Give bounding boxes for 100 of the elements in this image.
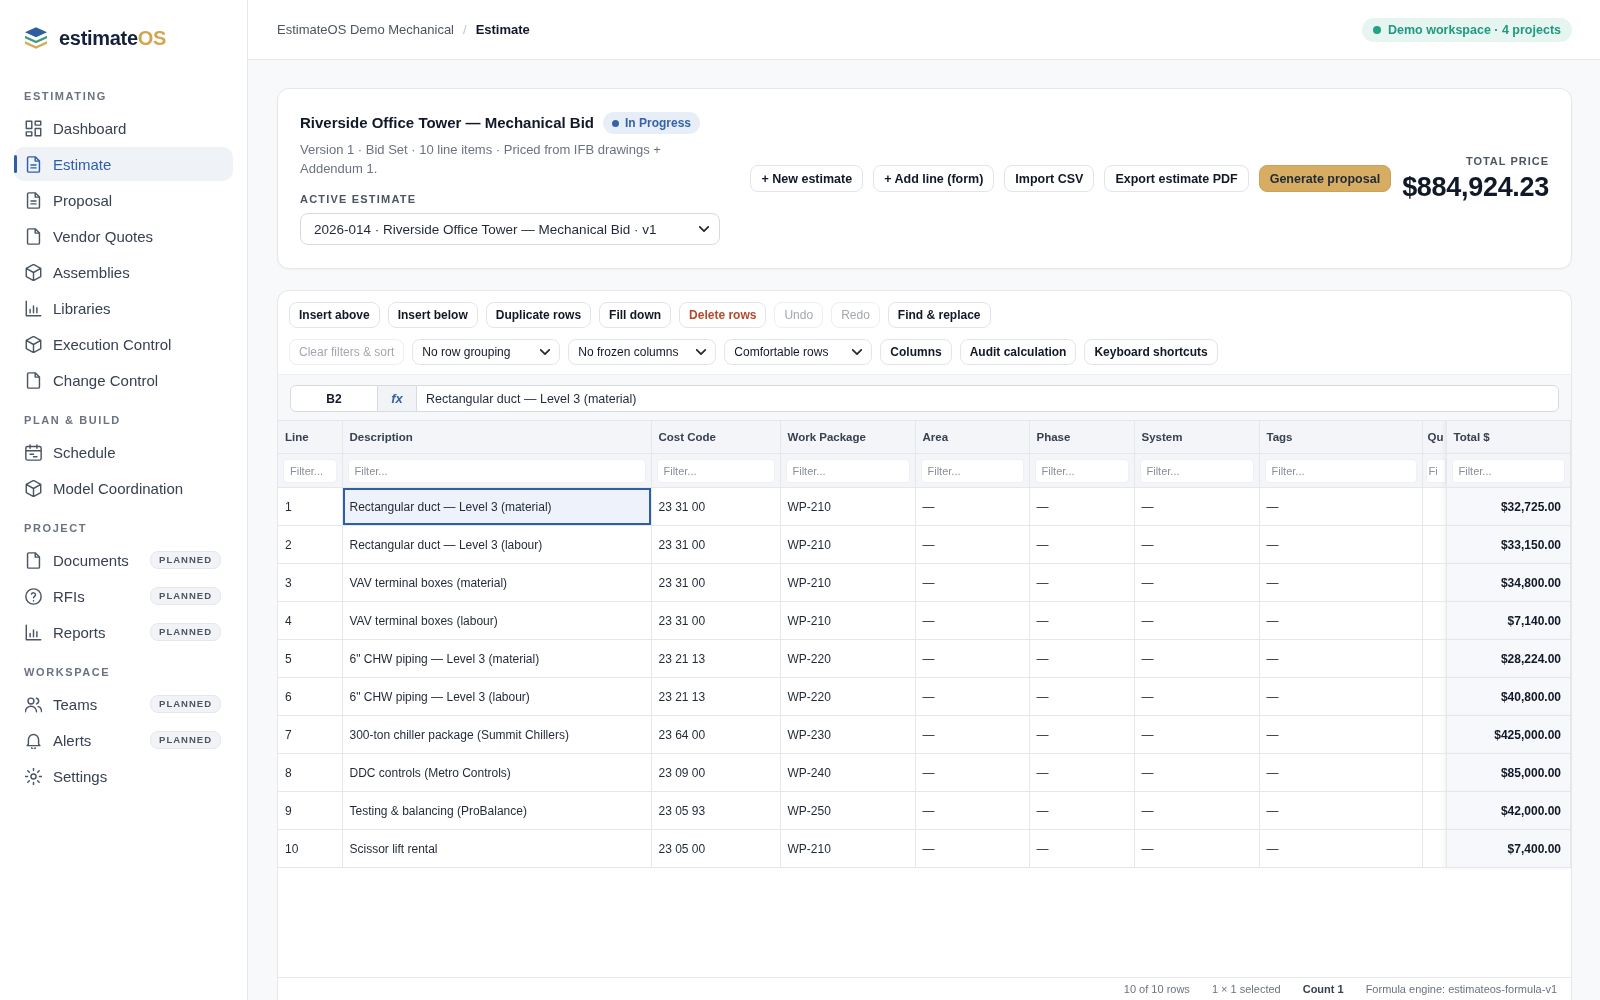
- sidebar-item[interactable]: Alerts PLANNED: [14, 723, 233, 757]
- table-cell: 8: [278, 753, 342, 792]
- breadcrumb-separator: /: [463, 22, 467, 37]
- sidebar-item[interactable]: Settings: [14, 759, 233, 793]
- table-cell: —: [1259, 715, 1422, 754]
- table-cell: —: [1134, 829, 1259, 868]
- sidebar-item[interactable]: Teams PLANNED: [14, 687, 233, 721]
- sidebar-item[interactable]: Proposal: [14, 183, 233, 217]
- section-heading: ESTIMATING: [24, 89, 108, 103]
- workspace-label: Demo workspace · 4 projects: [1388, 22, 1561, 37]
- action-button[interactable]: Import CSV: [1004, 165, 1095, 192]
- filter-field[interactable]: Filter...: [656, 458, 775, 483]
- sidebar-item[interactable]: Documents PLANNED: [14, 543, 233, 577]
- table-cell: —: [915, 487, 1029, 526]
- toolbar-button[interactable]: Insert below: [387, 302, 478, 328]
- sidebar-item[interactable]: Estimate: [14, 147, 233, 181]
- bar-chart-icon: [25, 623, 42, 641]
- table-cell: —: [915, 791, 1029, 830]
- toolbar-button[interactable]: Fill down: [599, 302, 672, 328]
- stacked-layers-icon: [25, 27, 47, 49]
- table-cell: —: [1134, 791, 1259, 830]
- sidebar-item[interactable]: Schedule: [14, 435, 233, 469]
- table-cell: —: [1259, 639, 1422, 678]
- status-text: Count 1: [1302, 983, 1344, 995]
- sidebar-item[interactable]: Model Coordination: [14, 471, 233, 505]
- sidebar-item[interactable]: Change Control: [14, 363, 233, 397]
- formula-input[interactable]: Rectangular duct — Level 3 (material): [416, 385, 1559, 412]
- table-cell: WP-210: [780, 525, 915, 564]
- status-text: 1 × 1 selected: [1211, 983, 1281, 995]
- estimate-title: Riverside Office Tower — Mechanical Bid: [300, 113, 594, 133]
- cube-icon: [25, 263, 42, 281]
- table-cell: 23 21 13: [651, 677, 780, 716]
- sidebar-item[interactable]: Reports PLANNED: [14, 615, 233, 649]
- sidebar-item[interactable]: Libraries: [14, 291, 233, 325]
- chevron-down-icon: [696, 349, 707, 355]
- layout-grid-icon: [25, 119, 42, 137]
- table-cell: WP-210: [780, 563, 915, 602]
- toolbar-button[interactable]: Find & replace: [887, 302, 991, 328]
- section-heading: PLAN & BUILD: [24, 413, 122, 427]
- table-cell: —: [1029, 829, 1134, 868]
- table-cell: —: [1029, 487, 1134, 526]
- document-icon: [25, 191, 42, 209]
- filter-field[interactable]: Filter...: [283, 458, 337, 483]
- breadcrumb-current: Estimate: [475, 22, 530, 37]
- sidebar-item[interactable]: Assemblies: [14, 255, 233, 289]
- toolbar-button[interactable]: Delete rows: [679, 302, 767, 328]
- table-cell: —: [1134, 525, 1259, 564]
- table-cell: —: [915, 829, 1029, 868]
- table-cell: —: [1259, 791, 1422, 830]
- estimate-dropdown[interactable]: 2026-014 · Riverside Office Tower — Mechanical Bid · v1: [300, 213, 720, 245]
- table-cell: $85,000.00: [1446, 753, 1571, 792]
- filter-field[interactable]: Filter...: [347, 458, 646, 483]
- status-badge: PLANNED: [150, 587, 221, 605]
- table-cell: —: [915, 601, 1029, 640]
- toolbar-button[interactable]: Keyboard shortcuts: [1084, 339, 1218, 365]
- table-cell: WP-250: [780, 791, 915, 830]
- filter-field[interactable]: Fi: [1425, 458, 1446, 483]
- dropdown[interactable]: Comfortable rows: [724, 339, 873, 365]
- table-cell: —: [1259, 563, 1422, 602]
- filter-field[interactable]: Filter...: [785, 458, 910, 483]
- status-text: 10 of 10 rows: [1123, 983, 1190, 995]
- action-button[interactable]: + Add line (form): [873, 165, 995, 192]
- filter-field[interactable]: Filter...: [1139, 458, 1254, 483]
- filter-field[interactable]: Filter...: [1264, 458, 1417, 483]
- action-button[interactable]: + New estimate: [750, 165, 864, 192]
- action-button[interactable]: Export estimate PDF: [1104, 165, 1249, 192]
- table-cell: 3: [278, 563, 342, 602]
- table-cell: 23 31 00: [651, 525, 780, 564]
- sidebar-item[interactable]: Vendor Quotes: [14, 219, 233, 253]
- dropdown[interactable]: No frozen columns: [568, 339, 717, 365]
- filter-field[interactable]: Filter...: [1034, 458, 1129, 483]
- sidebar-item[interactable]: Execution Control: [14, 327, 233, 361]
- table-cell: —: [1029, 563, 1134, 602]
- filter-field[interactable]: Filter...: [920, 458, 1024, 483]
- table-cell: —: [915, 677, 1029, 716]
- table-cell: 300-ton chiller package (Summit Chillers): [342, 715, 651, 754]
- sidebar-item[interactable]: RFIs PLANNED: [14, 579, 233, 613]
- toolbar-button[interactable]: Audit calculation: [959, 339, 1077, 365]
- breadcrumb-link[interactable]: EstimateOS Demo Mechanical: [277, 22, 454, 37]
- table-cell: —: [915, 753, 1029, 792]
- dropdown[interactable]: No row grouping: [412, 339, 561, 365]
- cell-reference-field[interactable]: B2: [290, 385, 378, 412]
- toolbar-button[interactable]: Duplicate rows: [485, 302, 592, 328]
- table-cell: Rectangular duct — Level 3 (labour): [342, 525, 651, 564]
- sidebar-item[interactable]: Dashboard: [14, 111, 233, 145]
- table-cell: —: [915, 639, 1029, 678]
- total-price: $884,924.23: [1402, 171, 1549, 203]
- column-header: Area: [915, 420, 1029, 454]
- bell-icon: [25, 731, 42, 749]
- table-cell: —: [1259, 753, 1422, 792]
- action-button[interactable]: Generate proposal: [1258, 165, 1392, 192]
- chevron-down-icon: [540, 349, 551, 355]
- column-header: Tags: [1259, 420, 1422, 454]
- estimate-description: Version 1 · Bid Set · 10 line items · Priced from IFB drawings + Addendum 1.: [300, 141, 662, 178]
- table-cell: 5: [278, 639, 342, 678]
- toolbar-button[interactable]: Columns: [880, 339, 952, 365]
- status-badge: PLANNED: [150, 731, 221, 749]
- filter-field[interactable]: Filter...: [1451, 458, 1565, 483]
- users-icon: [25, 695, 42, 713]
- toolbar-button[interactable]: Insert above: [289, 302, 380, 328]
